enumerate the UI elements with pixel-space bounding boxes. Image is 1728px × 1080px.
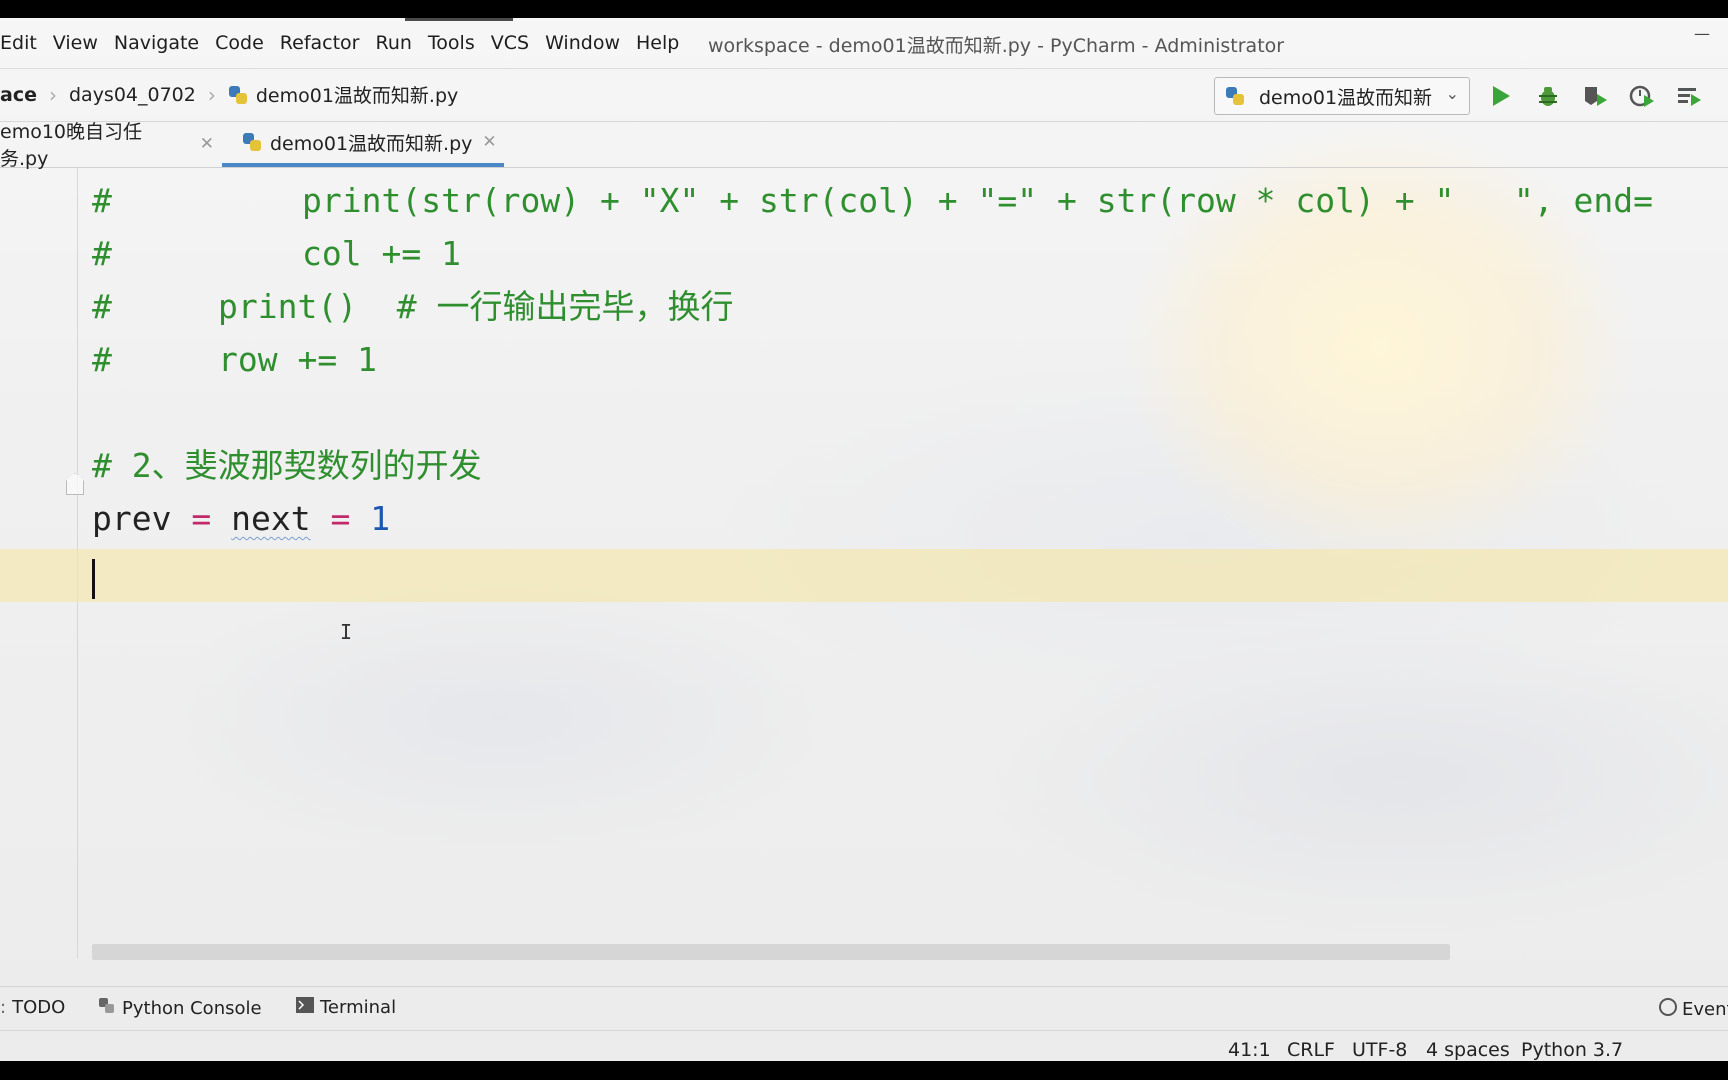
- code-editor[interactable]: # print(str(row) + "X" + str(col) + "=" +…: [0, 168, 1728, 960]
- python-file-icon: [1225, 86, 1245, 106]
- concurrency-icon[interactable]: [1676, 83, 1702, 109]
- breadcrumb-file[interactable]: demo01温故而知新.py: [256, 81, 458, 108]
- menu-vcs[interactable]: VCS: [491, 32, 529, 54]
- coverage-icon[interactable]: [1582, 83, 1608, 109]
- run-configuration-select[interactable]: demo01温故而知新 ⌄: [1214, 77, 1470, 115]
- navigation-bar: ace › days04_0702 › demo01温故而知新.py demo0…: [0, 68, 1728, 122]
- tab-label: emo10晚自习任务.py: [0, 121, 142, 170]
- breadcrumb-folder[interactable]: days04_0702: [69, 84, 196, 106]
- line-separator[interactable]: CRLF: [1287, 1039, 1335, 1061]
- tab-demo10[interactable]: emo10晚自习任务.py ✕: [0, 121, 214, 170]
- python-console-label: Python Console: [122, 998, 262, 1019]
- tab-demo01[interactable]: demo01温故而知新.py ✕: [222, 121, 504, 167]
- menu-view[interactable]: View: [53, 32, 98, 54]
- menu-navigate[interactable]: Navigate: [114, 32, 199, 54]
- editor-tabs: emo10晚自习任务.py ✕ demo01温故而知新.py ✕: [0, 121, 1728, 170]
- horizontal-scrollbar[interactable]: [92, 944, 1450, 960]
- menu-window[interactable]: Window: [545, 32, 620, 54]
- run-configuration-label: demo01温故而知新: [1259, 86, 1433, 109]
- event-log-tab[interactable]: Event: [1658, 997, 1728, 1022]
- python-interpreter[interactable]: Python 3.7 (workspace): [1521, 1039, 1728, 1061]
- todo-label: TODO: [12, 997, 66, 1018]
- python-console-tab[interactable]: Python Console: [98, 997, 262, 1020]
- terminal-tab[interactable]: Terminal: [296, 997, 396, 1018]
- menu-refactor[interactable]: Refactor: [280, 32, 360, 54]
- text-caret: [92, 559, 95, 599]
- breadcrumb: ace › days04_0702 › demo01温故而知新.py: [0, 81, 458, 108]
- profile-icon[interactable]: [1629, 83, 1655, 109]
- chevron-right-icon: ›: [48, 82, 57, 107]
- fold-marker-icon[interactable]: [66, 473, 84, 495]
- menu-help[interactable]: Help: [636, 32, 679, 54]
- pycharm-window: Edit View Navigate Code Refactor Run Too…: [0, 18, 1728, 1061]
- terminal-label: Terminal: [320, 997, 397, 1018]
- python-file-icon: [242, 132, 262, 152]
- status-bar: 41:1 CRLF UTF-8 4 spaces Python 3.7 (wor…: [0, 1030, 1728, 1061]
- code-line: # row += 1: [92, 340, 377, 379]
- close-icon[interactable]: ✕: [482, 132, 496, 152]
- current-line-highlight: [0, 549, 1728, 602]
- chevron-right-icon: ›: [207, 82, 216, 107]
- menu-tools[interactable]: Tools: [428, 32, 475, 54]
- menu-bar: Edit View Navigate Code Refactor Run Too…: [0, 18, 1728, 68]
- chevron-down-icon: ⌄: [1445, 84, 1459, 103]
- debug-icon[interactable]: [1535, 83, 1561, 109]
- tab-label: demo01温故而知新.py: [270, 132, 473, 155]
- run-icon[interactable]: [1488, 83, 1514, 109]
- indent-setting[interactable]: 4 spaces: [1426, 1039, 1510, 1061]
- code-line: # print() # 一行输出完毕，换行: [92, 287, 734, 326]
- event-log-icon: [1658, 997, 1678, 1022]
- code-line: # print(str(row) + "X" + str(col) + "=" +…: [92, 181, 1654, 220]
- menu-edit[interactable]: Edit: [0, 32, 37, 54]
- code-line: prev = next = 1: [92, 499, 391, 538]
- breadcrumb-root[interactable]: ace: [0, 84, 37, 106]
- python-file-icon: [228, 85, 248, 105]
- file-encoding[interactable]: UTF-8: [1352, 1039, 1407, 1061]
- tool-window-bar: : TODO Python Console Terminal Event: [0, 986, 1728, 1031]
- minimize-icon[interactable]: —: [1694, 24, 1710, 43]
- mouse-cursor-icon: I: [340, 620, 353, 644]
- window-title: workspace - demo01温故而知新.py - PyCharm - A…: [708, 35, 1285, 57]
- event-log-label: Event: [1682, 999, 1728, 1020]
- code-text: # print(str(row) + "X" + str(col) + "=" +…: [92, 168, 1654, 538]
- code-line: # 2、斐波那契数列的开发: [92, 446, 482, 485]
- todo-tab[interactable]: : TODO: [0, 997, 65, 1018]
- close-icon[interactable]: ✕: [200, 134, 214, 154]
- todo-icon: :: [0, 997, 7, 1018]
- code-line: # col += 1: [92, 234, 461, 273]
- menu-run[interactable]: Run: [375, 32, 411, 54]
- menu-code[interactable]: Code: [215, 32, 264, 54]
- terminal-icon: [296, 997, 314, 1018]
- python-console-icon: [98, 997, 116, 1020]
- caret-position[interactable]: 41:1: [1228, 1039, 1271, 1061]
